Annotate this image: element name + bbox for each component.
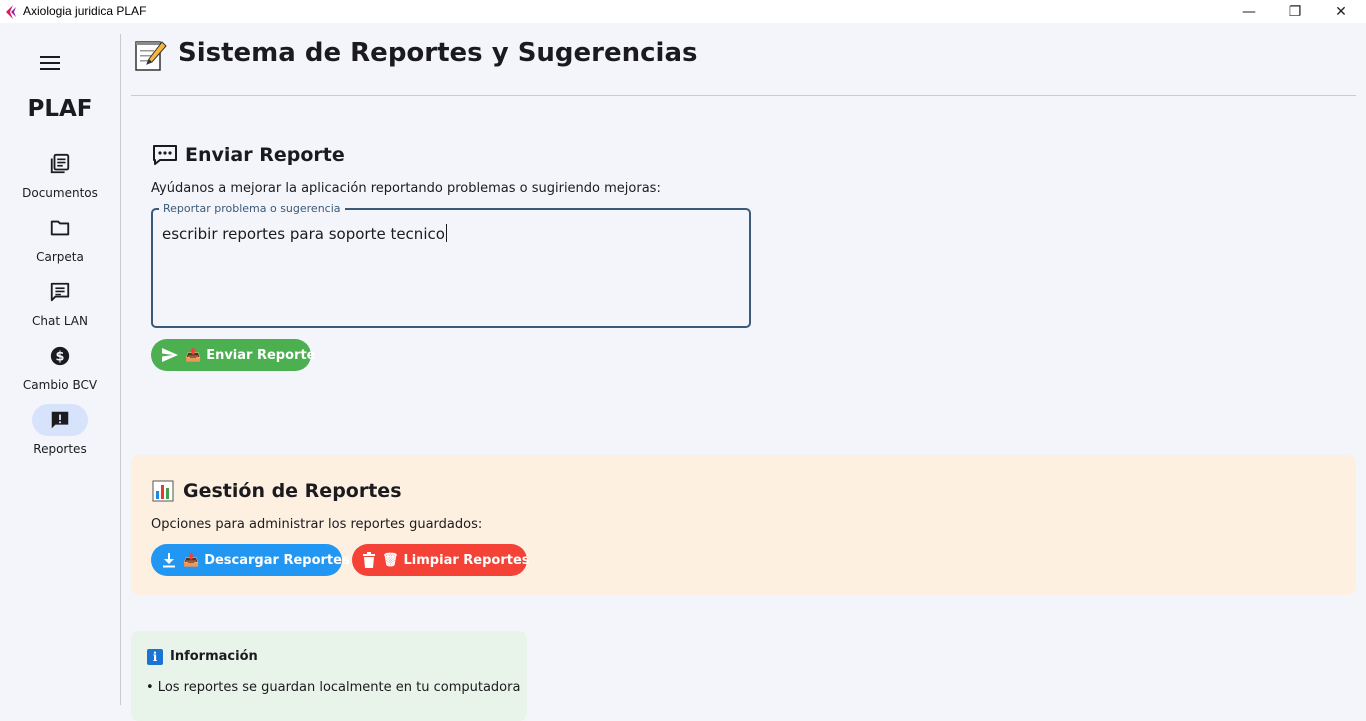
trash-icon (363, 552, 375, 568)
send-report-label: Enviar Reporte (206, 347, 316, 363)
text-caret (445, 224, 447, 242)
download-reports-label: Descargar Reportes (204, 552, 350, 568)
documents-icon (50, 153, 70, 174)
folder-icon (50, 220, 70, 236)
report-field-label: Reportar problema o sugerencia (159, 202, 345, 215)
sidebar-item-label: Reportes (33, 442, 87, 456)
info-card (131, 631, 527, 721)
svg-text:$: $ (56, 350, 65, 365)
window-titlebar: Axiologia juridica PLAF — ❐ ✕ (0, 0, 1366, 23)
close-window-button[interactable]: ✕ (1318, 0, 1364, 23)
send-section-title: Enviar Reporte (185, 144, 345, 166)
clear-reports-button[interactable]: 🗑 Limpiar Reportes (352, 544, 530, 576)
download-icon (163, 553, 175, 568)
sidebar-item-carpeta[interactable]: Carpeta (0, 212, 120, 272)
info-title: Información (170, 649, 258, 664)
app-logo-icon (6, 5, 16, 19)
header-divider (131, 95, 1356, 96)
send-report-button[interactable]: 📤 Enviar Reporte (151, 339, 315, 371)
sidebar-item-reportes[interactable]: Reportes (0, 404, 120, 464)
chat-icon (50, 282, 70, 302)
maximize-button[interactable]: ❐ (1272, 0, 1318, 23)
navigation-rail: PLAF Documentos Carpeta Chat LAN $ Cambi… (0, 23, 120, 705)
info-icon: i (147, 649, 163, 665)
send-section-description: Ayúdanos a mejorar la aplicación reporta… (151, 181, 661, 196)
bar-chart-icon (152, 480, 174, 502)
sidebar-item-documentos[interactable]: Documentos (0, 148, 120, 208)
info-line: • Los reportes se guardan localmente en … (146, 680, 521, 695)
outbox-icon: 📤 (183, 552, 200, 568)
speech-bubble-icon (153, 145, 177, 165)
sidebar-item-chat-lan[interactable]: Chat LAN (0, 276, 120, 336)
rail-divider (120, 34, 121, 705)
wastebasket-icon: 🗑 (382, 552, 399, 568)
outbox-icon: 📤 (185, 347, 202, 363)
sidebar-item-label: Carpeta (36, 250, 84, 264)
sidebar-item-label: Chat LAN (31, 314, 88, 328)
page-title: Sistema de Reportes y Sugerencias (178, 38, 698, 68)
report-icon (51, 411, 69, 429)
clear-reports-label: Limpiar Reportes (403, 552, 530, 568)
brand-title: PLAF (27, 96, 93, 122)
minimize-button[interactable]: — (1226, 0, 1272, 23)
dollar-icon: $ (50, 346, 70, 366)
manage-section-title: Gestión de Reportes (183, 480, 402, 502)
manage-section-description: Opciones para administrar los reportes g… (151, 517, 483, 532)
memo-icon (135, 41, 167, 71)
sidebar-item-label: Cambio BCV (22, 378, 98, 392)
sidebar-item-label: Documentos (22, 186, 98, 200)
report-field-value[interactable]: escribir reportes para soporte tecnico (162, 224, 447, 243)
download-reports-button[interactable]: 📤 Descargar Reportes (151, 544, 350, 576)
menu-icon[interactable] (38, 51, 62, 75)
window-title: Axiologia juridica PLAF (23, 4, 147, 18)
sidebar-item-cambio-bcv[interactable]: $ Cambio BCV (0, 340, 120, 400)
send-icon (162, 348, 178, 362)
